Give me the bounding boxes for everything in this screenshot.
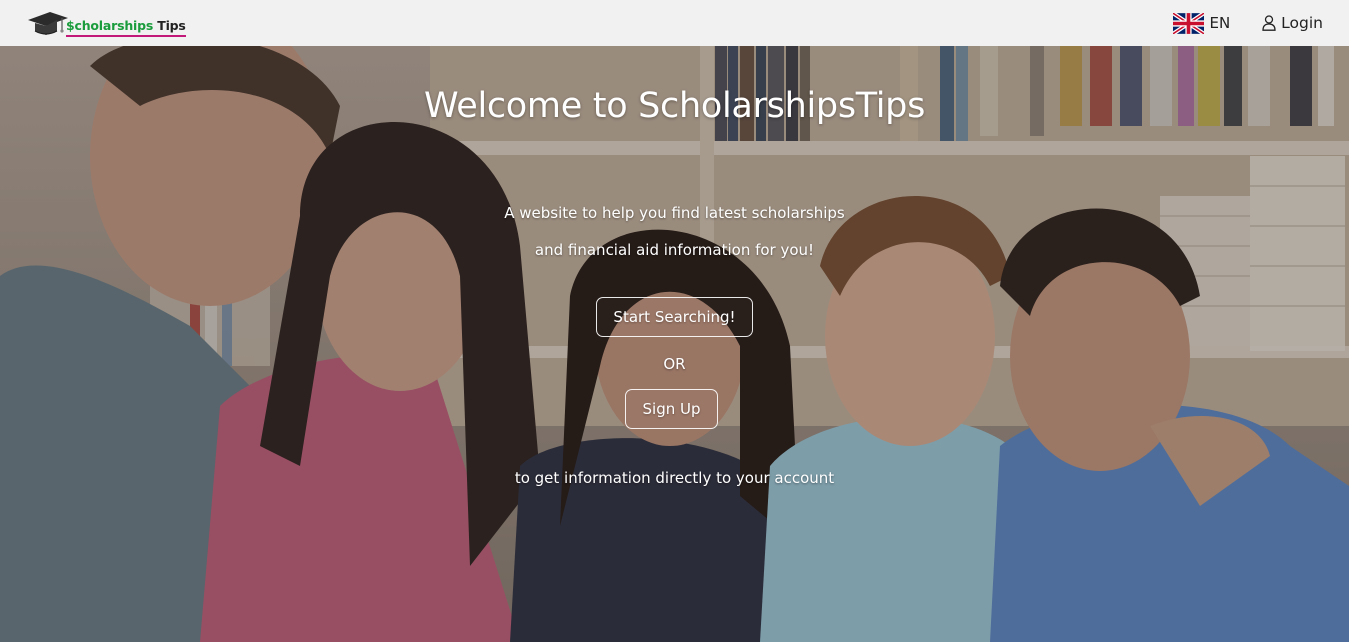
brand-logo-link[interactable]: $cholarships Tips bbox=[26, 6, 186, 40]
login-link[interactable]: Login bbox=[1262, 14, 1323, 32]
graduation-cap-icon bbox=[28, 12, 68, 35]
brand-dollar: $ bbox=[66, 18, 75, 33]
hero-footer-text: to get information directly to your acco… bbox=[514, 469, 835, 487]
hero-description-line1: A website to help you find latest schola… bbox=[504, 204, 845, 222]
start-searching-button[interactable]: Start Searching! bbox=[596, 297, 753, 337]
brand-name: $cholarships Tips bbox=[66, 18, 186, 37]
or-separator: OR bbox=[663, 355, 686, 373]
login-label: Login bbox=[1281, 14, 1323, 32]
hero-title: Welcome to ScholarshipsTips bbox=[423, 86, 926, 126]
language-selector[interactable]: EN bbox=[1173, 12, 1231, 34]
hero-description-line2: and financial aid information for you! bbox=[534, 241, 815, 259]
uk-flag-icon bbox=[1173, 12, 1205, 34]
hero-section: Welcome to ScholarshipsTips A website to… bbox=[0, 46, 1349, 642]
brand-word-scholarships: cholarships bbox=[74, 18, 154, 33]
navbar-right: EN Login bbox=[1173, 0, 1323, 46]
brand-word-tips: Tips bbox=[157, 18, 186, 33]
user-icon bbox=[1262, 15, 1276, 31]
hero-content: Welcome to ScholarshipsTips A website to… bbox=[0, 46, 1349, 642]
sign-up-button[interactable]: Sign Up bbox=[625, 389, 718, 429]
brand-underline bbox=[66, 35, 186, 37]
top-navbar: $cholarships Tips EN Login bbox=[0, 0, 1349, 46]
language-code: EN bbox=[1209, 14, 1231, 32]
